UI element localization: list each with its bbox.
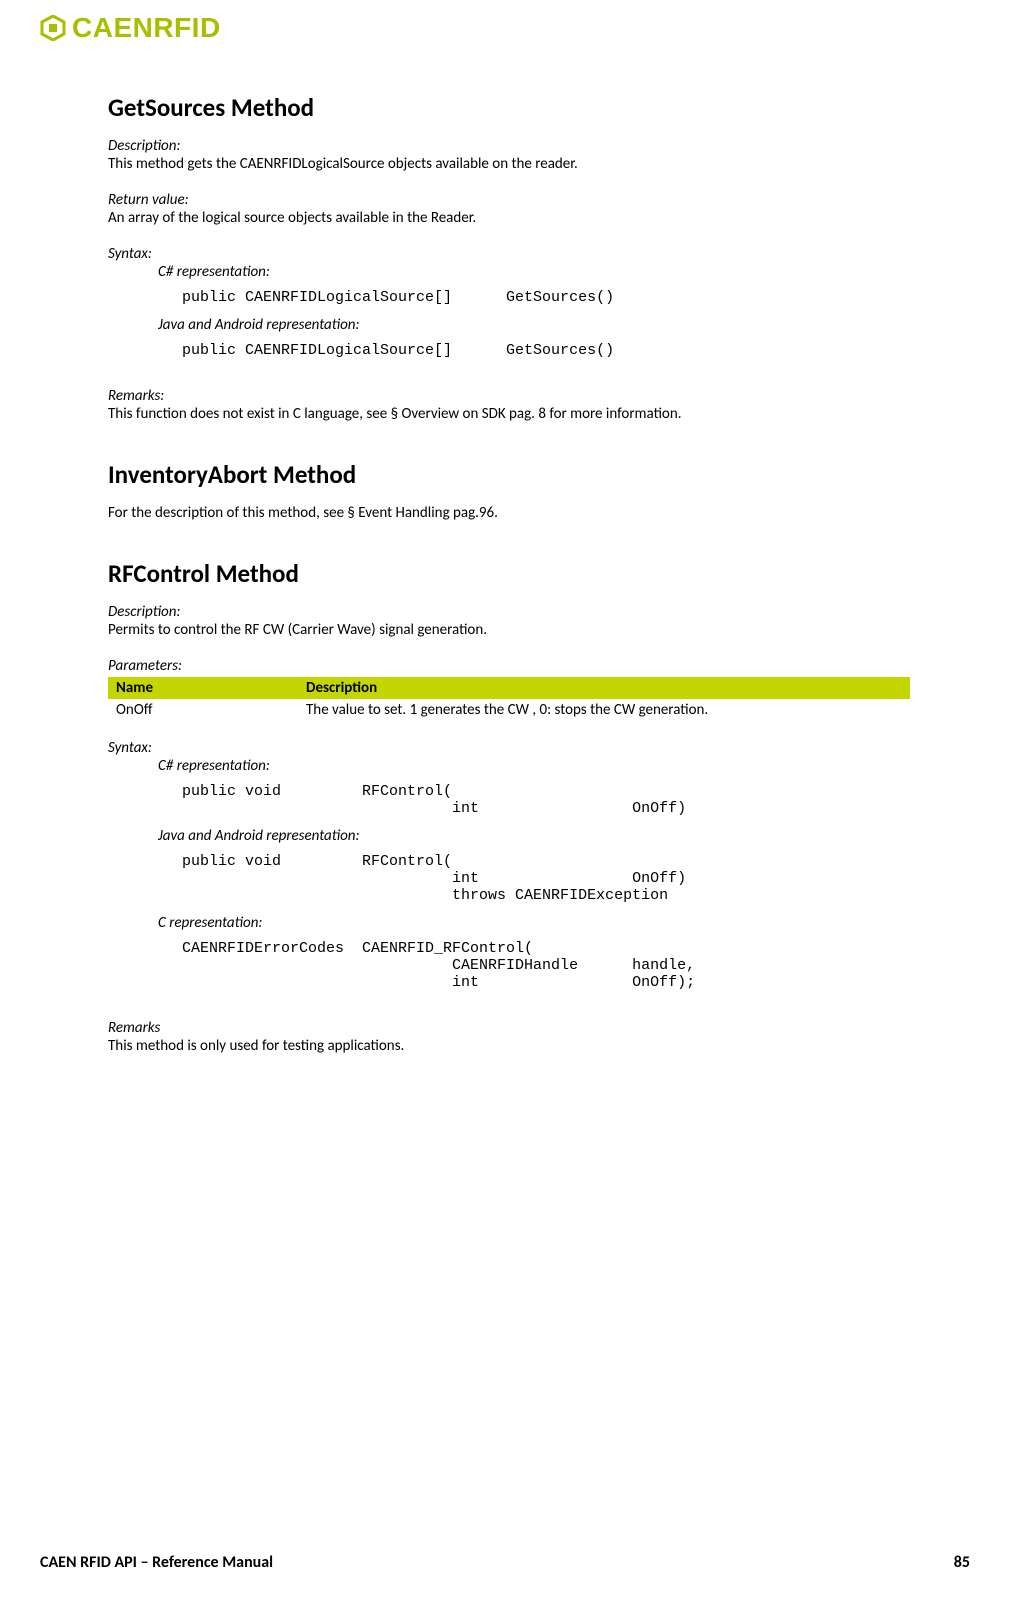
syntax-label: Syntax: <box>108 245 152 263</box>
params-table: Name Description OnOff The value to set.… <box>108 677 910 721</box>
inventoryabort-text: For the description of this method, see … <box>108 504 498 522</box>
brand-logo-icon <box>40 15 66 41</box>
remarks-text: This function does not exist in C langua… <box>108 405 682 423</box>
page-footer: CAEN RFID API – Reference Manual 85 <box>40 1553 970 1572</box>
remarks-label-rf: Remarks <box>108 1019 160 1037</box>
page-content: GetSources Method Description: This meth… <box>40 44 910 1055</box>
desc-text-rf: Permits to control the RF CW (Carrier Wa… <box>108 621 487 639</box>
footer-page-number: 85 <box>954 1553 970 1572</box>
cs-rep-label-rf: C# representation: <box>158 757 270 775</box>
java-rep-label-rf: Java and Android representation: <box>158 827 360 845</box>
desc-label: Description: <box>108 137 180 155</box>
return-label: Return value: <box>108 191 189 209</box>
td-name: OnOff <box>108 699 298 721</box>
return-text: An array of the logical source objects a… <box>108 209 476 227</box>
section-title-rfcontrol: RFControl Method <box>108 558 910 589</box>
th-description: Description <box>298 677 910 699</box>
cs-rep-label: C# representation: <box>158 263 270 281</box>
c-code-rfcontrol: CAENRFIDErrorCodes CAENRFID_RFControl( C… <box>182 940 910 991</box>
th-name: Name <box>108 677 298 699</box>
c-rep-label: C representation: <box>158 914 262 932</box>
params-label: Parameters: <box>108 657 182 675</box>
remarks-text-rf: This method is only used for testing app… <box>108 1037 404 1055</box>
brand-text: CAENRFID <box>72 12 221 44</box>
footer-title: CAEN RFID API – Reference Manual <box>40 1553 273 1572</box>
table-header-row: Name Description <box>108 677 910 699</box>
syntax-label-rf: Syntax: <box>108 739 152 757</box>
section-title-getsources: GetSources Method <box>108 92 910 123</box>
cs-code-getsources: public CAENRFIDLogicalSource[] GetSource… <box>182 289 910 306</box>
remarks-label: Remarks: <box>108 387 164 405</box>
java-rep-label: Java and Android representation: <box>158 316 360 334</box>
table-row: OnOff The value to set. 1 generates the … <box>108 699 910 721</box>
desc-label-rf: Description: <box>108 603 180 621</box>
brand-logo: CAENRFID <box>40 12 970 44</box>
td-desc: The value to set. 1 generates the CW , 0… <box>298 699 910 721</box>
desc-text: This method gets the CAENRFIDLogicalSour… <box>108 155 578 173</box>
section-title-inventoryabort: InventoryAbort Method <box>108 459 910 490</box>
java-code-getsources: public CAENRFIDLogicalSource[] GetSource… <box>182 342 910 359</box>
cs-code-rfcontrol: public void RFControl( int OnOff) <box>182 783 910 817</box>
java-code-rfcontrol: public void RFControl( int OnOff) throws… <box>182 853 910 904</box>
